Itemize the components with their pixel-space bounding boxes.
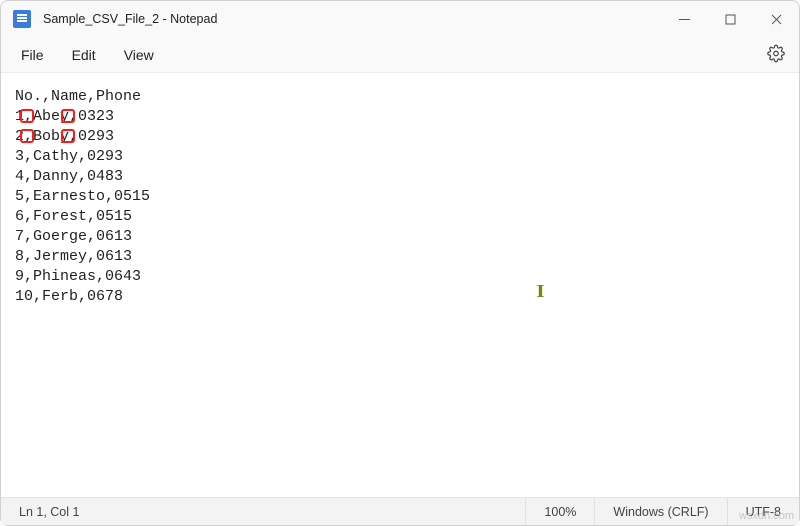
text-cursor-icon: I [536,281,544,301]
status-eol: Windows (CRLF) [594,498,726,525]
menu-view[interactable]: View [110,41,168,69]
titlebar[interactable]: Sample_CSV_File_2 - Notepad [1,1,799,37]
highlight-box [61,129,75,143]
minimize-button[interactable] [661,1,707,37]
watermark: wsxdn.com [739,510,794,522]
highlight-box [61,109,75,123]
menubar: File Edit View [1,37,799,73]
notepad-window: Sample_CSV_File_2 - Notepad File Edit Vi… [0,0,800,526]
window-controls [661,1,799,37]
window-title: Sample_CSV_File_2 - Notepad [43,12,217,26]
status-position: Ln 1, Col 1 [1,498,301,525]
maximize-button[interactable] [707,1,753,37]
close-button[interactable] [753,1,799,37]
menu-file[interactable]: File [7,41,58,69]
status-zoom[interactable]: 100% [525,498,594,525]
menu-edit[interactable]: Edit [58,41,110,69]
notepad-app-icon [13,10,31,28]
highlight-box [20,129,34,143]
statusbar: Ln 1, Col 1 100% Windows (CRLF) UTF-8 [1,497,799,525]
text-area[interactable]: No.,Name,Phone 1,Abey,0323 2,Boby,0293 3… [1,73,799,497]
settings-button[interactable] [767,44,785,65]
highlight-box [20,109,34,123]
